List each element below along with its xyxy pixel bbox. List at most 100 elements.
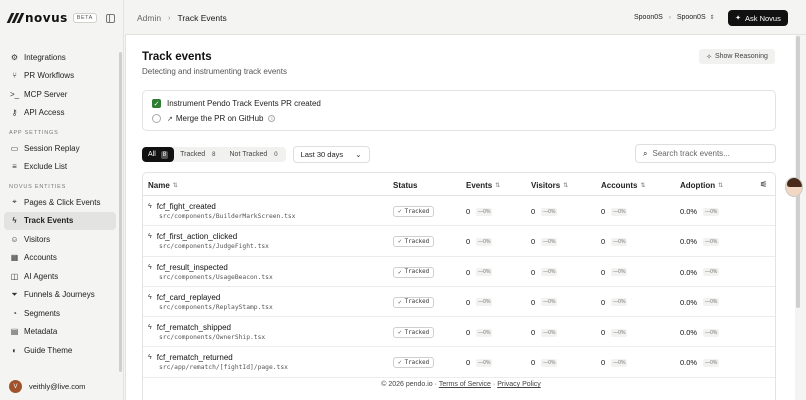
sidebar-item-label: Funnels & Journeys: [24, 290, 95, 300]
events-delta: —0%: [476, 358, 493, 367]
sidebar-item-session-replay[interactable]: ▭ Session Replay: [4, 139, 116, 158]
visitors-value: 0: [531, 267, 536, 277]
step-merge-pr[interactable]: ↗ Merge the PR on GitHub i: [152, 114, 276, 123]
event-name[interactable]: ϟ fcf_first_action_clicked: [148, 232, 237, 241]
check-icon: ✓: [398, 298, 402, 306]
ask-novus-button[interactable]: ✦ Ask Novus: [728, 10, 788, 26]
table-row[interactable]: ϟ fcf_rematch_shipped src/components/Owner…: [143, 317, 775, 348]
event-name-text: fcf_result_inspected: [156, 262, 228, 272]
col-name[interactable]: Name ⇅: [148, 181, 178, 190]
events-cell: 0 —0%: [466, 237, 493, 246]
video-icon: ▭: [10, 143, 19, 153]
logo[interactable]: novus BETA: [6, 11, 97, 25]
sidebar-collapse-icon[interactable]: [106, 14, 115, 23]
events-cell: 0 —0%: [466, 207, 493, 216]
sidebar-item-visitors[interactable]: ☺ Visitors: [4, 230, 116, 249]
sidebar-item-label: Track Events: [24, 216, 74, 226]
status-badge: ✓ Tracked: [393, 266, 435, 278]
search-box[interactable]: ⌕: [635, 144, 776, 163]
user-menu[interactable]: V veithly@live.com: [9, 380, 85, 393]
bolt-icon: ϟ: [148, 203, 152, 210]
privacy-link[interactable]: Privacy Policy: [497, 381, 541, 388]
bolt-icon: ϟ: [148, 233, 152, 241]
terms-link[interactable]: Terms of Service: [439, 381, 491, 388]
sort-icon: ⇅: [172, 183, 178, 189]
step-pr-created: ✓ Instrument Pendo Track Events PR creat…: [152, 99, 321, 108]
adoption-value: 0.0%: [680, 237, 698, 247]
accounts-cell: 0 —0%: [601, 237, 628, 246]
assistant-avatar-icon[interactable]: [785, 177, 803, 197]
show-reasoning-button[interactable]: ✧ Show Reasoning: [699, 49, 775, 64]
sidebar-item-label: Integrations: [24, 52, 66, 62]
breadcrumb-admin[interactable]: Admin: [137, 13, 161, 23]
check-icon: ✓: [398, 208, 402, 215]
event-source-path: src/components/JudgeFight.tsx: [159, 243, 269, 251]
filter-not-tracked[interactable]: Not Tracked 0: [224, 147, 286, 162]
sidebar-item-funnels-journeys[interactable]: ⏷ Funnels & Journeys: [4, 286, 116, 305]
event-name[interactable]: ϟ fcf_rematch_returned: [148, 353, 233, 362]
col-visitors[interactable]: Visitors ⇅: [531, 181, 568, 190]
sidebar-item-pr-workflows[interactable]: ⑂ PR Workflows: [4, 67, 116, 86]
date-range-select[interactable]: Last 30 days ⌄: [292, 146, 370, 163]
col-events[interactable]: Events ⇅: [466, 181, 500, 190]
table-row[interactable]: ϟ fcf_rematch_returned src/app/rematch/[fi…: [143, 347, 775, 378]
visitors-cell: 0 —0%: [531, 237, 558, 246]
table-row[interactable]: ϟ fcf_fight_created src/components/Builder…: [143, 196, 775, 227]
filter-label: Tracked: [180, 151, 206, 158]
event-source-path: src/components/BuilderMarkScreen.tsx: [159, 213, 296, 220]
event-name[interactable]: ϟ fcf_result_inspected: [148, 263, 228, 272]
table-row[interactable]: ϟ fcf_first_action_clicked src/components/…: [143, 226, 775, 257]
main-scrollbar[interactable]: [796, 36, 800, 308]
adoption-delta: —0%: [703, 328, 720, 337]
adoption-cell: 0.0% —0%: [680, 298, 720, 307]
sidebar-item-integrations[interactable]: ⚙ Integrations: [4, 48, 116, 67]
column-settings-icon[interactable]: ⚟: [760, 180, 767, 189]
palette-icon: ◐: [12, 345, 17, 355]
sort-icon: ⇅: [640, 183, 646, 189]
col-adoption[interactable]: Adoption ⇅: [680, 181, 723, 190]
sidebar-item-api-access[interactable]: ⚷ API Access: [4, 104, 116, 123]
event-name[interactable]: ϟ fcf_card_replayed: [148, 293, 220, 302]
filter-all[interactable]: All 8: [142, 147, 175, 162]
table-row[interactable]: ϟ fcf_card_replayed src/components/ReplayS…: [143, 287, 775, 318]
main-panel: Track events Detecting and instrumenting…: [125, 35, 795, 400]
sidebar-item-exclude-list[interactable]: ≡ Exclude List: [4, 158, 116, 177]
visitors-value: 0: [531, 297, 536, 307]
step-label[interactable]: Merge the PR on GitHub: [176, 114, 264, 123]
sidebar-item-metadata[interactable]: ▤ Metadata: [4, 323, 116, 342]
table-row[interactable]: ϟ fcf_result_inspected src/components/Usag…: [143, 257, 775, 287]
col-accounts[interactable]: Accounts ⇅: [601, 181, 645, 190]
info-icon[interactable]: i: [268, 115, 276, 122]
event-name[interactable]: ϟ fcf_fight_created: [148, 202, 216, 211]
search-input[interactable]: [652, 149, 763, 158]
adoption-value: 0.0%: [680, 358, 698, 368]
visitors-cell: 0 —0%: [531, 328, 558, 337]
sidebar-item-track-events[interactable]: ϟ Track Events: [4, 211, 116, 230]
adoption-delta: —0%: [703, 298, 720, 307]
sidebar-item-accounts[interactable]: ▦ Accounts: [4, 249, 116, 268]
accounts-value: 0: [601, 297, 606, 307]
ask-novus-label: Ask Novus: [745, 13, 781, 23]
sidebar-item-ai-agents[interactable]: ◫ AI Agents: [4, 267, 116, 286]
sidebar-item-mcp-server[interactable]: >_ MCP Server: [4, 85, 116, 104]
list-icon: ≡: [12, 162, 17, 172]
sidebar-item-label: Session Replay: [24, 143, 80, 153]
track-events-table: Name ⇅ Status Events ⇅ Visitors ⇅ Accounts ⇅…: [142, 172, 776, 400]
sidebar-scrollbar[interactable]: [119, 52, 122, 372]
event-name[interactable]: ϟ fcf_rematch_shipped: [148, 323, 231, 332]
external-link-icon: ↗: [167, 115, 173, 123]
status-text: Tracked: [404, 299, 430, 306]
robot-icon: ◫: [10, 271, 19, 281]
adoption-delta: —0%: [703, 237, 720, 246]
bolt-icon: ϟ: [12, 216, 17, 226]
workspace-switcher[interactable]: Spoon0S › Spoon0S ⇕: [634, 14, 715, 21]
events-delta: —0%: [476, 328, 493, 337]
sidebar-item-guide-theme[interactable]: ◐ Guide Theme: [4, 341, 116, 360]
accounts-delta: —0%: [611, 328, 628, 337]
sidebar-item-segments[interactable]: ◔ Segments: [4, 304, 116, 323]
status-text: Tracked: [404, 238, 430, 245]
filter-tracked[interactable]: Tracked 8: [174, 147, 223, 162]
events-cell: 0 —0%: [466, 298, 493, 307]
events-cell: 0 —0%: [466, 358, 493, 367]
sidebar-item-pages-click-events[interactable]: ⌖ Pages & Click Events: [4, 193, 116, 212]
